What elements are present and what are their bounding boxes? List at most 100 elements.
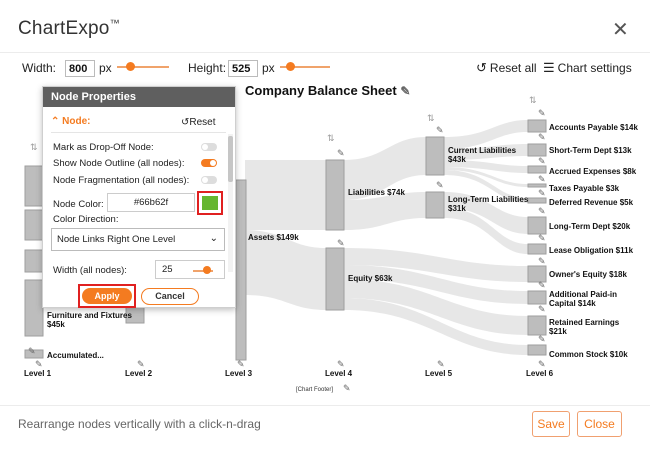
panel-header: Node Properties [43,87,235,107]
height-slider-knob[interactable] [286,62,295,71]
chart-footer[interactable]: [Chart Footer] [296,387,333,393]
width-slider[interactable] [117,61,169,73]
label-accounts-payable: Accounts Payable $14k [549,123,638,132]
edit-title-pencil-icon[interactable]: ✎ [400,84,410,98]
fragmentation-toggle[interactable] [201,176,217,184]
edit-level-pencil-icon[interactable]: ✎ [237,359,245,370]
label-taxes: Taxes Payable $3k [549,184,620,193]
sliders-icon: ☰ [543,60,555,75]
undo-icon: ↺ [476,60,487,75]
edit-level-pencil-icon[interactable]: ✎ [35,359,43,370]
node-liabilities [325,159,345,231]
save-button[interactable]: Save [532,411,570,437]
edit-node-pencil-icon[interactable]: ✎ [538,108,546,119]
toggle-knob [202,177,208,183]
edit-node-pencil-icon[interactable]: ✎ [538,188,546,199]
header-divider [0,52,650,53]
node-paid-in [527,290,547,305]
mark-dropoff-toggle[interactable] [201,143,217,151]
width-input[interactable] [65,60,95,77]
edit-node-pencil-icon[interactable]: ✎ [538,132,546,143]
color-direction-select[interactable]: Node Links Right One Level ⌄ [51,228,225,251]
label-liabilities: Liabilities $74k [348,188,405,197]
node-assets [235,179,247,361]
node-color-label: Node Color: [53,199,104,210]
color-swatch-highlight[interactable] [197,191,223,215]
edit-node-pencil-icon[interactable]: ✎ [538,334,546,345]
label-accumulated: Accumulated... [47,351,104,360]
node-level1-b [24,209,44,241]
edit-footer-pencil-icon[interactable]: ✎ [343,383,351,394]
label-long-term-debt: Long-Term Dept $20k [549,222,631,231]
panel-scrollbar[interactable] [228,134,233,272]
width-all-label: Width (all nodes): [53,265,127,276]
edit-level-pencil-icon[interactable]: ✎ [437,359,445,370]
cancel-button[interactable]: Cancel [141,288,199,305]
label-lease: Lease Obligation $11k [549,246,634,255]
width-all-slider-knob[interactable] [203,266,211,274]
close-button[interactable]: Close [577,411,622,437]
node-retained [527,315,547,336]
node-current-liab [425,136,445,176]
drag-arrows-icon[interactable]: ⇅ [327,133,335,144]
edit-level-pencil-icon[interactable]: ✎ [538,359,546,370]
edit-level-pencil-icon[interactable]: ✎ [137,359,145,370]
label-longterm-liab: Long-Term Liabilities $31k [448,195,529,213]
node-accounts-payable [527,119,547,133]
edit-node-pencil-icon[interactable]: ✎ [436,125,444,136]
level-label: Level 3 [225,369,253,378]
label-paid-in: Additional Paid-in Capital $14k [549,290,617,308]
level-label: Level 4 [325,369,353,378]
toggle-knob [210,160,216,166]
node-accrued [527,165,547,174]
chart-title[interactable]: Company Balance Sheet ✎ [245,83,410,98]
edit-node-pencil-icon[interactable]: ✎ [538,156,546,167]
drag-arrows-icon[interactable]: ⇅ [427,113,435,124]
color-direction-label: Color Direction: [53,214,119,225]
label-assets: Assets $149k [248,233,299,242]
width-unit: px [99,61,112,75]
edit-node-pencil-icon[interactable]: ✎ [337,148,345,159]
chart-settings-button[interactable]: ☰ Chart settings [543,60,632,76]
edit-node-pencil-icon[interactable]: ✎ [436,180,444,191]
edit-node-pencil-icon[interactable]: ✎ [337,238,345,249]
scrollbar-thumb[interactable] [228,136,233,182]
width-all-input[interactable] [155,260,225,279]
color-swatch[interactable] [202,196,218,210]
node-short-term-debt [527,143,547,157]
apply-button-highlight[interactable]: Apply [78,284,136,308]
reset-all-button[interactable]: ↺ Reset all [476,60,537,76]
edit-node-pencil-icon[interactable]: ✎ [538,304,546,315]
height-input[interactable] [228,60,258,77]
node-common-stock [527,344,547,356]
edit-node-pencil-icon[interactable]: ✎ [538,233,546,244]
edit-node-pencil-icon[interactable]: ✎ [28,346,36,357]
edit-node-pencil-icon[interactable]: ✎ [538,206,546,217]
apply-button[interactable]: Apply [82,288,132,304]
node-color-input[interactable] [107,193,195,212]
edit-node-pencil-icon[interactable]: ✎ [538,174,546,185]
mark-dropoff-label: Mark as Drop-Off Node: [53,142,154,153]
edit-level-pencil-icon[interactable]: ✎ [337,359,345,370]
height-slider[interactable] [280,61,330,73]
node-longterm-liab [425,191,445,219]
close-icon[interactable]: ✕ [612,20,629,40]
label-owners-equity: Owner's Equity $18k [549,270,627,279]
width-label: Width: [22,61,57,75]
link-assets-equity [245,230,326,310]
width-slider-knob[interactable] [126,62,135,71]
node-section-toggle[interactable]: ⌃ Node: [51,116,91,127]
panel-reset-button[interactable]: ↺Reset [181,117,216,128]
link-assets-liabilities [245,160,326,230]
drag-arrows-icon[interactable]: ⇅ [529,95,537,106]
edit-node-pencil-icon[interactable]: ✎ [538,256,546,267]
app-title: ChartExpo™ [18,18,120,39]
level-label: Level 6 [526,369,554,378]
level-label: Level 2 [125,369,153,378]
node-long-term-debt [527,216,547,235]
label-retained: Retained Earnings $21k [549,318,620,336]
chevron-up-icon: ⌃ [51,116,60,127]
drag-arrows-icon[interactable]: ⇅ [30,142,38,153]
edit-node-pencil-icon[interactable]: ✎ [538,280,546,291]
show-outline-toggle[interactable] [201,159,217,167]
